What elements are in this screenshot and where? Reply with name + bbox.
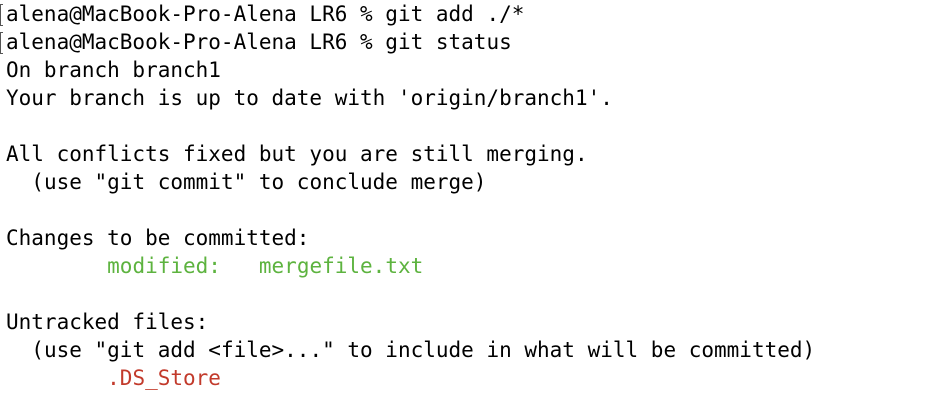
untracked-hint-line: (use "git add <file>..." to include in w… — [6, 336, 815, 364]
untracked-file-name: .DS_Store — [107, 366, 221, 390]
staged-file-name: mergefile.txt — [258, 254, 424, 278]
command-line-1: alena@MacBook-Pro-Alena LR6 % git add ./… — [6, 0, 524, 28]
staged-change-type: modified: — [107, 254, 221, 278]
terminal-window[interactable]: alena@MacBook-Pro-Alena LR6 % git add ./… — [0, 0, 949, 400]
staged-file-line: modified: mergefile.txt — [6, 252, 423, 280]
untracked-file-line: .DS_Store — [6, 364, 221, 392]
staged-header: Changes to be committed: — [6, 226, 310, 250]
merge-hint-line: (use "git commit" to conclude merge) — [6, 168, 486, 196]
untracked-header: Untracked files: — [6, 310, 209, 334]
prompt-mark-icon — [0, 4, 3, 26]
branch-line: On branch branch1 — [6, 58, 221, 82]
untracked-hint-text: (use "git add <file>..." to include in w… — [31, 338, 816, 362]
command-text: git status — [385, 30, 512, 54]
command-line-2: alena@MacBook-Pro-Alena LR6 % git status — [6, 28, 512, 56]
prompt-mark-icon — [0, 32, 3, 54]
prompt: alena@MacBook-Pro-Alena LR6 % — [6, 30, 386, 54]
merge-status-line: All conflicts fixed but you are still me… — [6, 142, 588, 166]
prompt: alena@MacBook-Pro-Alena LR6 % — [6, 2, 386, 26]
upstream-line: Your branch is up to date with 'origin/b… — [6, 86, 613, 110]
merge-hint-text: (use "git commit" to conclude merge) — [31, 170, 487, 194]
command-text: git add ./* — [385, 2, 525, 26]
